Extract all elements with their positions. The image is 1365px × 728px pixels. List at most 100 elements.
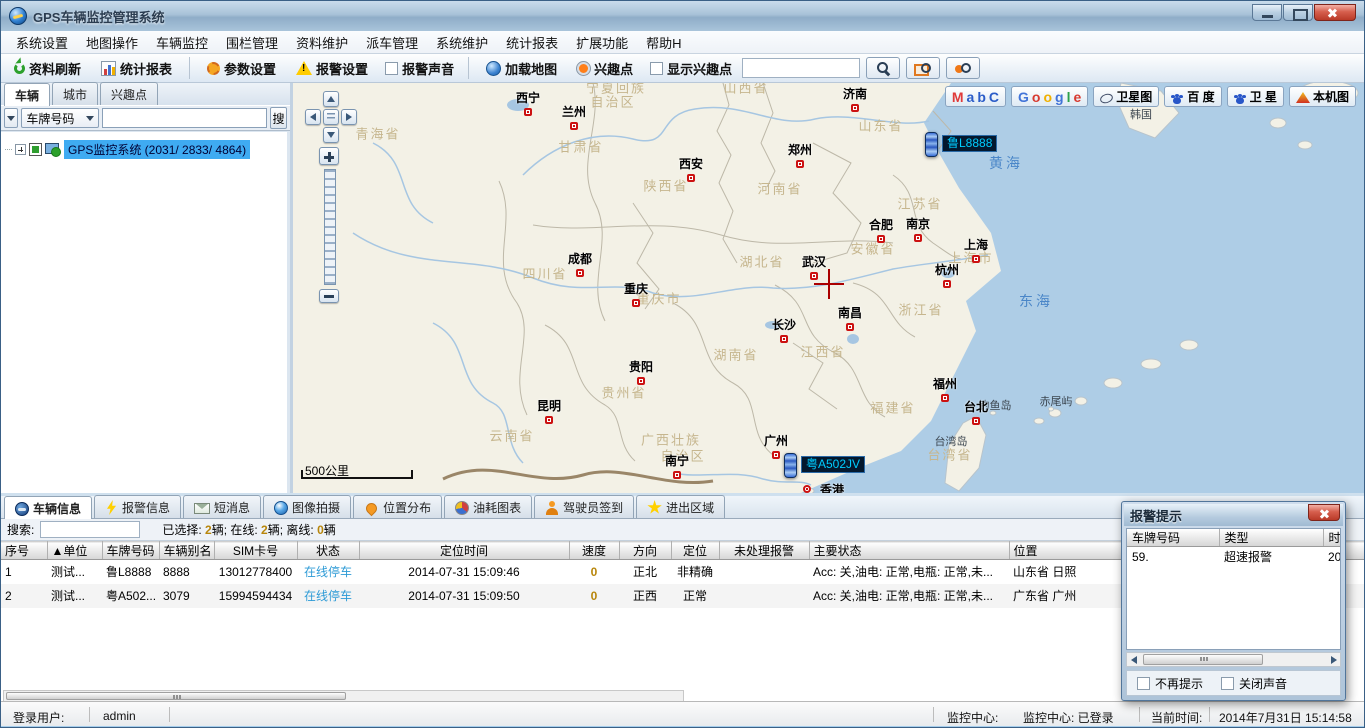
pan-up-button[interactable]: [323, 91, 339, 107]
tree-expand-icon[interactable]: [15, 144, 26, 155]
params-button[interactable]: 参数设置: [200, 56, 283, 81]
load-map-button[interactable]: 加载地图: [479, 56, 564, 81]
close-button[interactable]: [1314, 4, 1356, 21]
poi-button[interactable]: 兴趣点: [570, 56, 640, 81]
menu-item-2[interactable]: 地图操作: [77, 31, 147, 54]
refresh-button[interactable]: 资料刷新: [7, 56, 88, 81]
alarm-sound-checkbox[interactable]: 报警声音: [381, 59, 458, 78]
zoom-slider[interactable]: [324, 169, 336, 285]
show-poi-checkbox[interactable]: [650, 62, 663, 75]
menu-item-4[interactable]: 围栏管理: [217, 31, 287, 54]
popup-close-button[interactable]: [1308, 504, 1340, 521]
table-cell: 在线停车: [297, 560, 359, 584]
bottom-tab-2[interactable]: 报警信息: [94, 495, 181, 518]
bottom-tab-8[interactable]: 进出区域: [636, 495, 725, 518]
left-tab-1[interactable]: 车辆: [4, 83, 50, 106]
scrollbar-thumb[interactable]: [1143, 654, 1263, 665]
filter-mini-combo[interactable]: [4, 108, 18, 128]
popup-column-header[interactable]: 车牌号码: [1127, 529, 1219, 547]
bottom-tab-5[interactable]: 位置分布: [353, 495, 442, 518]
alarm-settings-button[interactable]: 报警设置: [289, 56, 375, 81]
vehicle-plate-label[interactable]: 鲁L8888: [942, 135, 997, 152]
table-search-input[interactable]: [40, 521, 140, 538]
menu-item-6[interactable]: 派车管理: [357, 31, 427, 54]
zoom-in-button[interactable]: [319, 147, 339, 165]
popup-column-header[interactable]: 时: [1323, 529, 1341, 547]
pan-right-button[interactable]: [341, 109, 357, 125]
menu-item-10[interactable]: 帮助H: [637, 31, 690, 54]
tree-checkbox[interactable]: [29, 143, 42, 156]
minimize-button[interactable]: [1252, 4, 1282, 21]
left-tab-2[interactable]: 城市: [52, 82, 98, 105]
vehicle-marker[interactable]: [925, 132, 938, 157]
popup-column-header[interactable]: 类型: [1219, 529, 1323, 547]
vehicle-marker[interactable]: [784, 453, 797, 478]
table-cell: 2014-07-31 15:09:46: [359, 560, 569, 584]
column-header[interactable]: 速度: [569, 542, 619, 560]
filter-type-combo[interactable]: 车牌号码: [21, 108, 99, 128]
baidu-satellite-button[interactable]: 卫 星: [1227, 86, 1284, 107]
alarm-row[interactable]: 59.超速报警20: [1127, 547, 1341, 567]
menu-item-5[interactable]: 资料维护: [287, 31, 357, 54]
left-tab-3[interactable]: 兴趣点: [100, 82, 158, 105]
pan-down-button[interactable]: [323, 127, 339, 143]
scrollbar-thumb[interactable]: [6, 692, 346, 700]
column-header[interactable]: 方向: [619, 542, 671, 560]
bottom-tab-7[interactable]: 驾驶员签到: [534, 495, 634, 518]
bottom-tab-4[interactable]: 图像拍摄: [263, 495, 351, 518]
column-header[interactable]: 车牌号码: [102, 542, 159, 560]
city-label: 重庆: [624, 280, 648, 297]
column-header[interactable]: 序号: [1, 542, 47, 560]
tree-search-button[interactable]: 搜: [270, 107, 287, 129]
search-button[interactable]: [866, 57, 900, 79]
column-header[interactable]: 车辆别名: [159, 542, 214, 560]
vehicle-plate-label[interactable]: 粤A502JV: [801, 456, 865, 473]
show-poi-checkbox[interactable]: 显示兴趣点: [646, 59, 736, 78]
column-header[interactable]: 未处理报警: [719, 542, 809, 560]
bottom-tab-1[interactable]: 车辆信息: [4, 496, 92, 519]
menu-item-7[interactable]: 系统维护: [427, 31, 497, 54]
bottom-tab-3[interactable]: 短消息: [183, 495, 261, 518]
driver-icon: [545, 501, 559, 515]
report-button[interactable]: 统计报表: [94, 56, 179, 81]
column-header[interactable]: SIM卡号: [214, 542, 297, 560]
city-label: 济南: [843, 85, 867, 102]
column-header[interactable]: ▲单位: [47, 542, 102, 560]
google-button[interactable]: Google: [1011, 86, 1088, 107]
popup-hscrollbar[interactable]: [1126, 652, 1341, 667]
map-area[interactable]: 青海省甘肃省宁夏回族自治区山西省山东省陕西省河南省江苏省安徽省四川省重庆市湖北省…: [293, 83, 1365, 493]
column-header[interactable]: 状态: [297, 542, 359, 560]
satellite-map-button[interactable]: 卫星图: [1093, 86, 1159, 107]
scroll-right-arrow-icon[interactable]: [1327, 653, 1340, 666]
column-header[interactable]: 定位时间: [359, 542, 569, 560]
menu-item-3[interactable]: 车辆监控: [147, 31, 217, 54]
menu-item-8[interactable]: 统计报表: [497, 31, 567, 54]
grip-icon: [176, 695, 178, 699]
bottom-tab-6[interactable]: 油耗图表: [444, 495, 532, 518]
maximize-button[interactable]: [1283, 4, 1313, 21]
column-header[interactable]: 定位: [671, 542, 719, 560]
mute-option[interactable]: 关闭声音: [1221, 675, 1287, 692]
plate-search-input[interactable]: [102, 108, 267, 128]
mute-checkbox[interactable]: [1221, 677, 1234, 690]
scroll-left-arrow-icon[interactable]: [1127, 653, 1140, 666]
alarm-sound-checkbox[interactable]: [385, 62, 398, 75]
no-more-prompt-option[interactable]: 不再提示: [1137, 675, 1203, 692]
no-more-prompt-checkbox[interactable]: [1137, 677, 1150, 690]
menu-item-1[interactable]: 系统设置: [7, 31, 77, 54]
rect-search-button[interactable]: [906, 57, 940, 79]
dot-search-button[interactable]: [946, 57, 980, 79]
baidu-map-button[interactable]: 百 度: [1164, 86, 1221, 107]
tree-root-label[interactable]: GPS监控系统 (2031/ 2833/ 4864): [64, 140, 250, 159]
zoom-out-button[interactable]: [319, 289, 339, 303]
local-map-button[interactable]: 本机图: [1289, 86, 1356, 107]
toolbar: 资料刷新统计报表参数设置报警设置报警声音 加载地图兴趣点显示兴趣点: [1, 54, 1364, 83]
pan-center-button[interactable]: [323, 109, 339, 125]
menu-item-9[interactable]: 扩展功能: [567, 31, 637, 54]
pan-left-button[interactable]: [305, 109, 321, 125]
mapabc-button[interactable]: MabC: [945, 86, 1006, 107]
column-header[interactable]: 主要状态: [809, 542, 1009, 560]
toolbar-search-input[interactable]: [742, 58, 860, 78]
city-marker: [576, 269, 584, 277]
alarm-table[interactable]: 车牌号码类型时59.超速报警20: [1127, 529, 1341, 567]
